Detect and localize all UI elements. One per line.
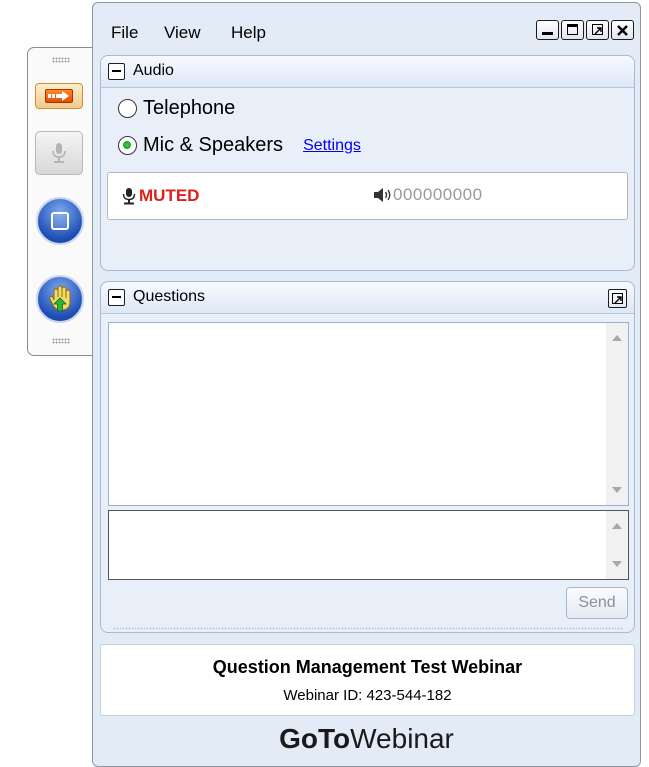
webinar-id: Webinar ID: 423-544-182 — [283, 687, 452, 704]
show-hide-panel-button[interactable] — [35, 83, 83, 109]
brand-webinar: Webinar — [350, 723, 454, 754]
control-panel-grab-tab — [27, 47, 93, 356]
questions-panel-title: Questions — [133, 288, 206, 305]
audio-panel: Audio Telephone Mic & Speakers Settings … — [100, 55, 635, 271]
webinar-info: Question Management Test Webinar Webinar… — [100, 644, 635, 716]
microphone-icon — [52, 143, 66, 163]
scroll-up-icon[interactable] — [612, 335, 622, 341]
collapse-audio-button[interactable] — [108, 63, 125, 80]
panel-resize-grip[interactable] — [113, 627, 623, 630]
close-icon[interactable] — [611, 20, 634, 40]
drag-grip-top[interactable] — [52, 57, 70, 63]
telephone-label: Telephone — [143, 97, 236, 119]
screen-share-button[interactable] — [36, 197, 84, 245]
audio-status-box: MUTED 000000000 — [107, 172, 628, 220]
microphone-icon — [122, 188, 136, 205]
telephone-option[interactable]: Telephone — [118, 97, 235, 120]
gotowebinar-logo: GoToWebinar — [93, 723, 640, 755]
audio-panel-title: Audio — [133, 62, 174, 79]
scroll-down-icon[interactable] — [612, 487, 622, 493]
questions-log[interactable] — [108, 322, 629, 506]
question-input-scrollbar[interactable] — [606, 511, 628, 579]
scroll-up-icon[interactable] — [612, 523, 622, 529]
raise-hand-icon — [49, 285, 71, 312]
speaker-icon — [374, 188, 391, 202]
telephone-radio[interactable] — [118, 99, 137, 118]
arrow-right-icon — [45, 89, 73, 103]
question-input[interactable] — [108, 510, 629, 580]
muted-label: MUTED — [139, 186, 200, 205]
drag-grip-bottom[interactable] — [52, 338, 70, 344]
mic-speakers-option[interactable]: Mic & Speakers Settings — [118, 134, 361, 157]
gotowebinar-window: File View Help Audio Telephone Mic & Spe… — [92, 2, 641, 767]
menu-bar: File View Help — [93, 3, 640, 53]
questions-panel: Questions Send — [100, 281, 635, 633]
minimize-icon[interactable] — [536, 20, 559, 40]
send-button[interactable]: Send — [566, 587, 628, 619]
brand-goto: GoTo — [279, 723, 351, 754]
speaker-level: 000000000 — [373, 185, 483, 205]
mic-speakers-radio[interactable] — [118, 136, 137, 155]
screen-share-icon — [51, 212, 69, 230]
menu-file[interactable]: File — [111, 23, 138, 43]
questions-log-scrollbar[interactable] — [606, 323, 628, 505]
raise-hand-button[interactable] — [36, 275, 84, 323]
microphone-button[interactable] — [35, 131, 83, 175]
mic-speakers-label: Mic & Speakers — [143, 134, 284, 156]
popout-questions-icon[interactable] — [608, 289, 627, 308]
webinar-title: Question Management Test Webinar — [212, 657, 523, 677]
audio-settings-link[interactable]: Settings — [303, 137, 361, 155]
mute-status[interactable]: MUTED — [122, 186, 199, 206]
questions-panel-header: Questions — [101, 282, 634, 314]
window-controls — [536, 20, 634, 40]
menu-view[interactable]: View — [164, 23, 201, 43]
restore-icon[interactable] — [586, 20, 609, 40]
scroll-down-icon[interactable] — [612, 561, 622, 567]
audio-panel-header: Audio — [101, 56, 634, 88]
maximize-icon[interactable] — [561, 20, 584, 40]
collapse-questions-button[interactable] — [108, 289, 125, 306]
menu-help[interactable]: Help — [231, 23, 266, 43]
level-meter: 000000000 — [393, 185, 483, 204]
